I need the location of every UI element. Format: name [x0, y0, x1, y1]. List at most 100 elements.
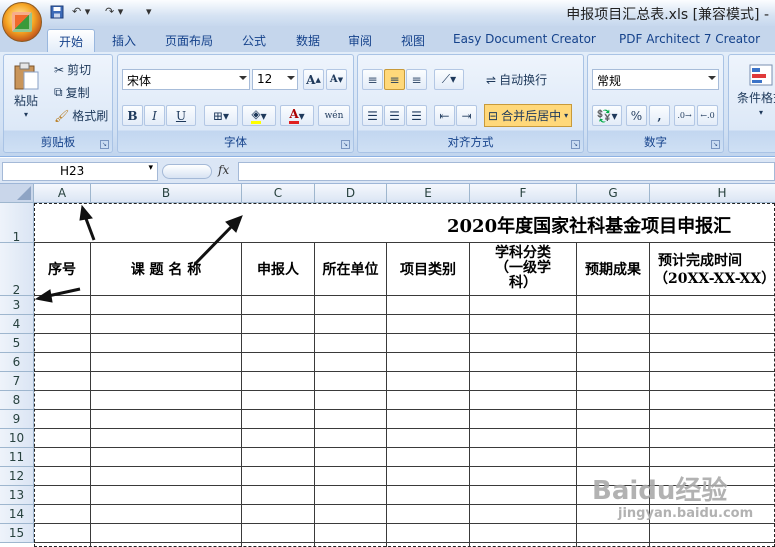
number-format-value: 常规 [597, 74, 622, 88]
decrease-indent-icon[interactable]: ⇤ [434, 105, 455, 126]
align-center-icon[interactable]: ☰ [384, 105, 405, 126]
chevron-down-icon [287, 76, 295, 80]
font-launcher-icon[interactable]: ↘ [341, 140, 350, 149]
format-painter-button[interactable]: 🖌 格式刷 [54, 107, 108, 124]
tab-formulas[interactable]: 公式 [242, 29, 266, 52]
bottom-align-icon[interactable]: ≡ [406, 69, 427, 90]
middle-align-icon[interactable]: ≡ [384, 69, 405, 90]
conditional-format-icon [749, 64, 773, 86]
shrink-font-button[interactable]: A ▼ [326, 69, 347, 90]
cut-button[interactable]: ✂ 剪切 [54, 61, 91, 78]
orientation-icon[interactable]: ⟋▾ [434, 69, 464, 90]
alignment-group-label: 对齐方式 [447, 135, 494, 149]
font-color-icon: A [289, 107, 299, 124]
wrap-text-button[interactable]: ⇌ 自动换行 [486, 71, 547, 88]
ribbon: 粘贴 ▾ ✂ 剪切 ⧉ 复制 🖌 格式刷 剪贴板 ↘ 宋体 12 A ▲ A ▼ B I … [0, 52, 775, 157]
align-left-icon[interactable]: ☰ [362, 105, 383, 126]
font-color-button[interactable]: A ▾ [280, 105, 314, 126]
currency-icon[interactable]: 💱▾ [592, 105, 622, 126]
save-icon[interactable] [50, 5, 64, 21]
undo-icon[interactable]: ↶ ▾ [72, 5, 90, 21]
percent-button[interactable]: % [626, 105, 647, 126]
phonetic-button[interactable]: wén [318, 105, 350, 126]
tab-pdf-architect[interactable]: PDF Architect 7 Creator [619, 29, 760, 52]
number-launcher-icon[interactable]: ↘ [711, 140, 720, 149]
paste-button[interactable]: 粘贴 ▾ [12, 61, 40, 119]
decrease-decimal-icon[interactable]: ←.0 [697, 105, 718, 126]
conditional-format-button[interactable]: 条件格式 ▾ [737, 63, 775, 117]
chevron-down-icon: ▾ [564, 111, 569, 120]
copy-icon: ⧉ [54, 85, 63, 99]
font-size-select[interactable]: 12 [252, 69, 298, 90]
styles-group: 条件格式 ▾ [728, 54, 775, 153]
tab-data[interactable]: 数据 [296, 29, 320, 52]
expand-controls-icon[interactable] [162, 164, 212, 179]
alignment-launcher-icon[interactable]: ↘ [571, 140, 580, 149]
increase-decimal-icon[interactable]: .0→ [674, 105, 695, 126]
formula-input[interactable] [238, 162, 775, 181]
grow-font-icon: A [306, 72, 316, 87]
cut-label: 剪切 [67, 63, 92, 77]
scissors-icon: ✂ [54, 62, 65, 77]
formula-controls: fx [160, 162, 236, 181]
merge-center-label: 合并后居中 [501, 109, 562, 123]
border-button[interactable]: ⊞▾ [204, 105, 238, 126]
wrap-text-label: 自动换行 [499, 73, 548, 87]
ribbon-tabs: 开始 插入 页面布局 公式 数据 审阅 视图 Easy Document Cre… [0, 26, 775, 52]
font-name-select[interactable]: 宋体 [122, 69, 250, 90]
merge-icon: ⊟ [488, 108, 499, 123]
wrap-text-icon: ⇌ [486, 72, 497, 87]
arrow-icon [79, 204, 96, 241]
align-right-icon[interactable]: ☰ [406, 105, 427, 126]
italic-button[interactable]: I [144, 105, 165, 126]
phonetic-icon: wén [324, 110, 344, 121]
format-painter-label: 格式刷 [72, 109, 109, 123]
copy-label: 复制 [65, 86, 90, 100]
name-box-value: H23 [60, 164, 85, 178]
increase-indent-icon[interactable]: ⇥ [456, 105, 477, 126]
tab-view[interactable]: 视图 [401, 29, 425, 52]
paste-icon [14, 62, 39, 90]
chevron-down-icon [239, 76, 247, 80]
grow-font-button[interactable]: A ▲ [303, 69, 324, 90]
bold-button[interactable]: B [122, 105, 143, 126]
border-icon: ⊞▾ [212, 108, 230, 123]
alignment-group: ≡ ≡ ≡ ⟋▾ ⇌ 自动换行 ☰ ☰ ☰ ⇤ ⇥ ⊟ 合并后居中 ▾ 对齐方式 ↘ [357, 54, 584, 153]
fill-bucket-icon: ◈ [251, 107, 261, 124]
tab-easy-document-creator[interactable]: Easy Document Creator [453, 29, 596, 52]
shrink-font-icon: A [329, 74, 338, 85]
office-button[interactable] [2, 2, 42, 42]
merge-center-button[interactable]: ⊟ 合并后居中 ▾ [484, 104, 573, 127]
fx-icon[interactable]: fx [218, 163, 229, 177]
chevron-down-icon[interactable]: ▾ [148, 163, 153, 173]
customize-qat-icon[interactable]: ▾ [146, 5, 152, 21]
name-box[interactable]: H23 ▾ [2, 162, 158, 181]
window-title: 申报项目汇总表.xls [兼容模式] - [566, 7, 769, 23]
underline-button[interactable]: U [166, 105, 196, 126]
clipboard-launcher-icon[interactable]: ↘ [100, 140, 109, 149]
font-group: 宋体 12 A ▲ A ▼ B I U ⊞▾ ◈ ▾ A ▾ wén 字体 ↘ [117, 54, 354, 153]
redo-icon[interactable]: ↷ ▾ [105, 5, 123, 21]
copy-button[interactable]: ⧉ 复制 [54, 84, 90, 101]
top-align-icon[interactable]: ≡ [362, 69, 383, 90]
tab-review[interactable]: 审阅 [348, 29, 372, 52]
tab-page-layout[interactable]: 页面布局 [165, 29, 213, 52]
baidu-watermark: Baidu经验 [592, 476, 728, 506]
arrow-icon [193, 215, 243, 266]
chevron-down-icon [708, 76, 716, 80]
font-name-value: 宋体 [127, 74, 152, 88]
paste-dropdown-icon: ▾ [23, 110, 28, 119]
fill-color-button[interactable]: ◈ ▾ [242, 105, 276, 126]
chevron-down-icon: ▾ [759, 108, 764, 117]
number-format-select[interactable]: 常规 [592, 69, 719, 90]
office-logo-icon [12, 12, 32, 32]
tab-home[interactable]: 开始 [47, 29, 95, 52]
comma-button[interactable]: , [649, 105, 670, 126]
tab-insert[interactable]: 插入 [112, 29, 136, 52]
font-group-label: 字体 [224, 135, 247, 149]
font-size-value: 12 [257, 72, 273, 86]
number-group: 常规 💱▾ % , .0→ ←.0 数字 ↘ [587, 54, 724, 153]
arrow-icon [34, 287, 81, 303]
clipboard-group: 粘贴 ▾ ✂ 剪切 ⧉ 复制 🖌 格式刷 剪贴板 ↘ [3, 54, 113, 153]
baidu-watermark-url: jingyan.baidu.com [618, 506, 754, 521]
